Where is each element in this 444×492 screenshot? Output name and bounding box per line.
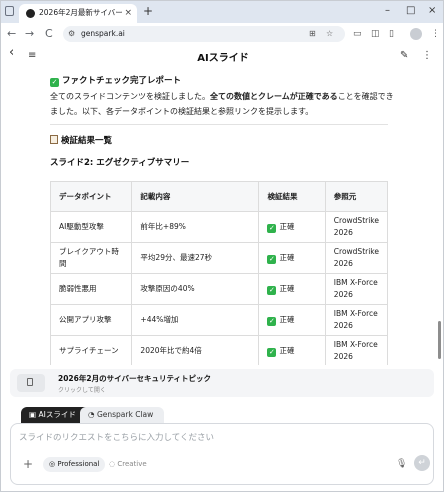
table-row: サプライチェーン 2020年比で約4倍 ✓ 正確 IBM X-Force 2026 [49,335,389,365]
star-icon[interactable]: ☆ [326,28,333,40]
table-row: ブレイクアウト時間 平均29分、最速27秒 ✓ 正確 CrowdStrike 20… [49,242,389,274]
translate-icon[interactable]: ⊞ [309,28,316,40]
cell-content: 攻撃原因の40% [131,273,260,305]
extensions-icon[interactable]: ◫ [371,27,380,41]
cell-datapoint: ブレイクアウト時間 [49,242,133,274]
clipboard-icon [50,135,58,144]
close-window-button[interactable]: × [428,3,436,19]
report-heading: ✓ ファクトチェック完了レポート [50,76,182,87]
check-icon: ✓ [267,317,277,326]
back-icon[interactable]: ← [7,26,16,42]
table-row: 脆弱性悪用 攻撃原因の40% ✓ 正確 IBM X-Force 2026 [49,273,389,305]
reload-icon[interactable]: C [45,26,53,42]
edit-icon[interactable]: ✎ [400,49,408,63]
check-icon: ✓ [267,224,277,233]
genspark-favicon-icon [26,9,35,18]
cell-datapoint: 脆弱性悪用 [49,273,133,305]
app-header: ‹ ≡ AIスライド ✎ ⋮ [1,45,443,67]
sidebar-icon[interactable]: ▯ [389,27,394,41]
cell-datapoint: AI駆動型攻撃 [49,211,133,243]
check-icon: ✓ [50,78,59,87]
column-header: 参照元 [324,181,389,212]
cell-datapoint: サプライチェーン [49,335,133,365]
cell-result: ✓ 正確 [258,242,326,274]
tab-title: 2026年2月最新サイバーセキュリティ [39,8,123,17]
slide-heading: スライド2: エグゼクティブサマリー [50,158,190,168]
cell-result: ✓ 正確 [258,335,326,365]
professional-mode-pill[interactable]: ◎ Professional [43,457,106,472]
tab-genspark-claw[interactable]: ◔ Genspark Claw [80,407,164,423]
minimize-button[interactable]: – [385,3,390,19]
cell-content: 前年比+89% [131,211,260,243]
cell-result: ✓ 正確 [258,273,326,305]
check-icon: ✓ [267,286,277,295]
new-tab-button[interactable]: + [143,4,153,18]
check-icon: ✓ [267,255,277,264]
workspace-icon[interactable] [5,6,14,16]
browser-tab[interactable]: 2026年2月最新サイバーセキュリティ × [19,4,137,23]
table-row: AI駆動型攻撃 前年比+89% ✓ 正確 CrowdStrike 2026 [49,211,389,243]
browser-window: 2026年2月最新サイバーセキュリティ × + – □ × ← → C ⚙ ge… [0,0,444,492]
tune-icon[interactable]: ⚙ [68,28,75,40]
address-bar[interactable]: ⚙ genspark.ai ⊞ ☆ [63,26,345,42]
menu-icon[interactable]: ⋮ [431,27,440,41]
maximize-button[interactable]: □ [406,3,415,19]
cell-content: +44%増加 [131,304,260,336]
tab-close-icon[interactable]: × [124,7,132,19]
bookmark-icon[interactable]: ▭ [353,27,362,41]
forward-icon[interactable]: → [25,26,34,42]
table-row: 公開アプリ攻撃 +44%増加 ✓ 正確 IBM X-Force 2026 [49,304,389,336]
cell-datapoint: 公開アプリ攻撃 [49,304,133,336]
cell-source: CrowdStrike 2026 [324,211,389,243]
cell-source: IBM X-Force 2026 [324,304,389,336]
slide-project-card[interactable]: 2026年2月のサイバーセキュリティトピック クリックして開く [10,369,434,397]
column-header: 記載内容 [131,181,260,212]
list-heading: 検証結果一覧 [50,134,112,146]
verification-table: データポイント 記載内容 検証結果 参照元 AI駆動型攻撃 前年比+89% ✓ 正… [49,181,389,365]
chat-content[interactable]: ✓ ファクトチェック完了レポート 全てのスライドコンテンツを検証しました。全ての数… [1,67,437,365]
card-title: 2026年2月のサイバーセキュリティトピック [58,374,211,383]
report-intro: 全てのスライドコンテンツを検証しました。全ての数値とクレームが正確であることを確… [50,92,394,116]
column-header: 検証結果 [258,181,326,212]
add-icon[interactable]: + [23,457,33,471]
cell-source: IBM X-Force 2026 [324,273,389,305]
divider [50,124,388,125]
tab-strip: 2026年2月最新サイバーセキュリティ × + – □ × [1,1,443,23]
cell-result: ✓ 正確 [258,211,326,243]
creative-mode-pill[interactable]: ◌ Creative [103,457,153,472]
card-subtitle: クリックして開く [58,387,106,394]
cell-content: 2020年比で約4倍 [131,335,260,365]
microphone-icon[interactable]: 🎙 [396,458,407,470]
profile-avatar[interactable] [410,28,422,40]
url-text: genspark.ai [81,29,125,38]
prompt-input[interactable]: スライドのリクエストをこちらに入力してください [19,431,214,443]
more-options-icon[interactable]: ⋮ [422,49,432,63]
check-icon: ✓ [267,348,277,357]
prompt-input-box[interactable]: スライドのリクエストをこちらに入力してください + ◎ Professional… [10,423,434,485]
column-header: データポイント [49,181,133,212]
send-button[interactable]: ↵ [414,455,430,471]
cell-result: ✓ 正確 [258,304,326,336]
cell-content: 平均29分、最速27秒 [131,242,260,274]
scrollbar-thumb[interactable] [438,321,441,359]
table-header-row: データポイント 記載内容 検証結果 参照元 [49,181,389,212]
claw-icon: ◔ [88,410,97,419]
slides-icon [17,374,45,392]
cell-source: CrowdStrike 2026 [324,242,389,274]
browser-toolbar: ← → C ⚙ genspark.ai ⊞ ☆ ▭ ◫ ▯ ⋮ [1,23,443,46]
cell-source: IBM X-Force 2026 [324,335,389,365]
page-title: AIスライド [197,53,249,64]
